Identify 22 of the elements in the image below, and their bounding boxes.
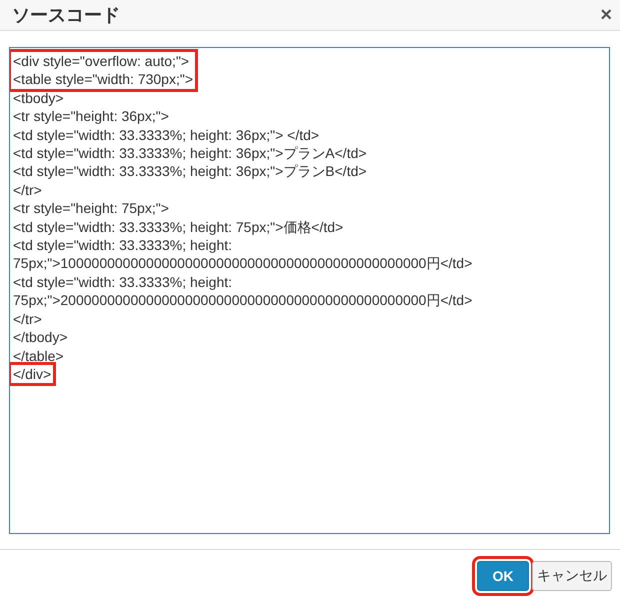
dialog-title: ソースコード [12, 4, 120, 27]
code-line: </div> [13, 364, 52, 384]
close-button[interactable]: × [600, 5, 612, 25]
code-line: </table> [13, 346, 64, 365]
code-line: <td style="width: 33.3333%; height: [13, 272, 232, 292]
code-line: <div style="overflow: auto;"> [13, 52, 190, 70]
code-line: <td style="width: 33.3333%; height: 36px;"> </td> [13, 126, 320, 144]
code-line: <table style="width: 730px;"> [13, 70, 193, 89]
code-line: <tbody> [13, 88, 64, 108]
code-line: </tr> [13, 310, 42, 328]
cancel-button[interactable]: キャンセル [532, 561, 612, 591]
code-line: <td style="width: 33.3333%; height: [13, 236, 232, 254]
code-line: </tr> [13, 180, 42, 200]
code-line: 75px;">10000000000000000000000000000000000000000000000円</td> [13, 254, 472, 273]
code-line: </tbody> [13, 328, 68, 346]
code-line: <td style="width: 33.3333%; height: 36px;">プランA</td> [13, 144, 367, 162]
code-line: <td style="width: 33.3333%; height: 75px;">価格</td> [13, 218, 344, 236]
code-line: <tr style="height: 36px;"> [13, 107, 169, 126]
code-line: 75px;">20000000000000000000000000000000000000000000000円</td> [13, 291, 472, 310]
source-code-field[interactable] [9, 47, 610, 534]
code-line: <tr style="height: 75px;"> [13, 199, 169, 218]
code-line: <td style="width: 33.3333%; height: 36px;">プランB</td> [13, 162, 367, 181]
